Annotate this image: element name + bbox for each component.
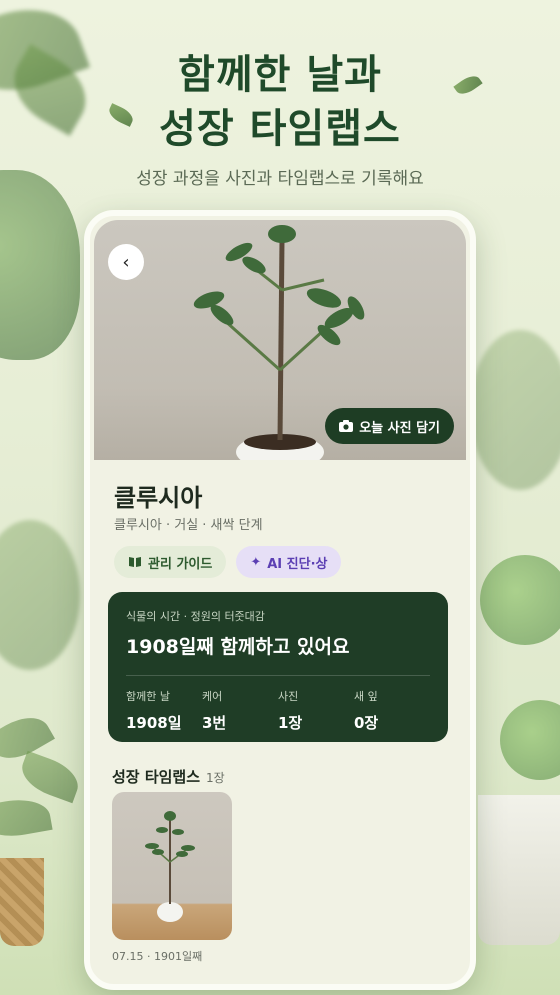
stat-value: 1908일 — [126, 714, 182, 732]
stat-value: 0장 — [354, 714, 379, 732]
stat-label: 함께한 날 — [126, 690, 170, 703]
hero-title: 함께한 날과 성장 타임랩스 — [0, 48, 560, 156]
stat-new-leaves: 새 잎 0장 — [354, 688, 430, 733]
care-guide-chip[interactable]: 관리 가이드 — [114, 546, 227, 578]
book-icon — [129, 557, 141, 567]
stat-photos: 사진 1장 — [278, 688, 354, 733]
stat-value: 1장 — [278, 714, 303, 732]
stats-card-caption: 식물의 시간 · 정원의 터줏대감 — [126, 610, 265, 623]
plant-meta: 클루시아 · 거실 · 새싹 단계 — [114, 518, 263, 533]
camera-icon — [339, 420, 354, 432]
capture-photo-button[interactable]: 오늘 사진 담기 — [325, 408, 454, 444]
timelapse-thumbnail[interactable] — [112, 792, 232, 940]
stat-days: 함께한 날 1908일 — [126, 688, 202, 733]
hero-title-line2: 성장 타임랩스 — [159, 106, 401, 152]
timelapse-header: 성장 타임랩스 1장 — [112, 766, 225, 787]
chevron-left-icon: ‹ — [122, 251, 130, 273]
stats-card-title: 1908일째 함께하고 있어요 — [126, 636, 350, 658]
hero-title-line1: 함께한 날과 — [178, 52, 382, 98]
stats-card-divider — [126, 675, 430, 676]
timelapse-count: 1장 — [206, 771, 225, 785]
stat-label: 새 잎 — [354, 690, 378, 703]
stat-label: 사진 — [278, 690, 299, 703]
sparkle-icon: ✦ — [250, 554, 262, 570]
timelapse-title: 성장 타임랩스 — [112, 768, 201, 786]
stat-label: 케어 — [202, 690, 223, 703]
ai-diagnosis-chip[interactable]: ✦ AI 진단·상 — [236, 546, 342, 578]
stats-card: 식물의 시간 · 정원의 터줏대감 1908일째 함께하고 있어요 함께한 날 … — [108, 592, 448, 742]
phone-frame: ‹ 오늘 사진 담기 클루시아 클루시아 · 거실 · 새싹 단계 관리 가이드… — [84, 210, 476, 990]
ai-diagnosis-label: AI 진단·상 — [267, 556, 328, 572]
plant-photo: ‹ 오늘 사진 담기 — [94, 220, 466, 460]
timelapse-thumbnail-illustration — [145, 811, 195, 922]
stat-value: 3번 — [202, 714, 227, 732]
back-button[interactable]: ‹ — [108, 244, 144, 280]
action-chips: 관리 가이드 ✦ AI 진단·상 — [114, 546, 342, 578]
stats-row: 함께한 날 1908일 케어 3번 사진 1장 새 잎 0장 — [126, 688, 430, 733]
stat-care: 케어 3번 — [202, 688, 278, 733]
timelapse-caption: 07.15 · 1901일째 — [112, 950, 203, 963]
hero-subtitle: 성장 과정을 사진과 타임랩스로 기록해요 — [136, 169, 424, 189]
care-guide-label: 관리 가이드 — [148, 556, 213, 572]
capture-photo-label: 오늘 사진 담기 — [359, 420, 440, 436]
plant-name: 클루시아 — [114, 484, 203, 512]
